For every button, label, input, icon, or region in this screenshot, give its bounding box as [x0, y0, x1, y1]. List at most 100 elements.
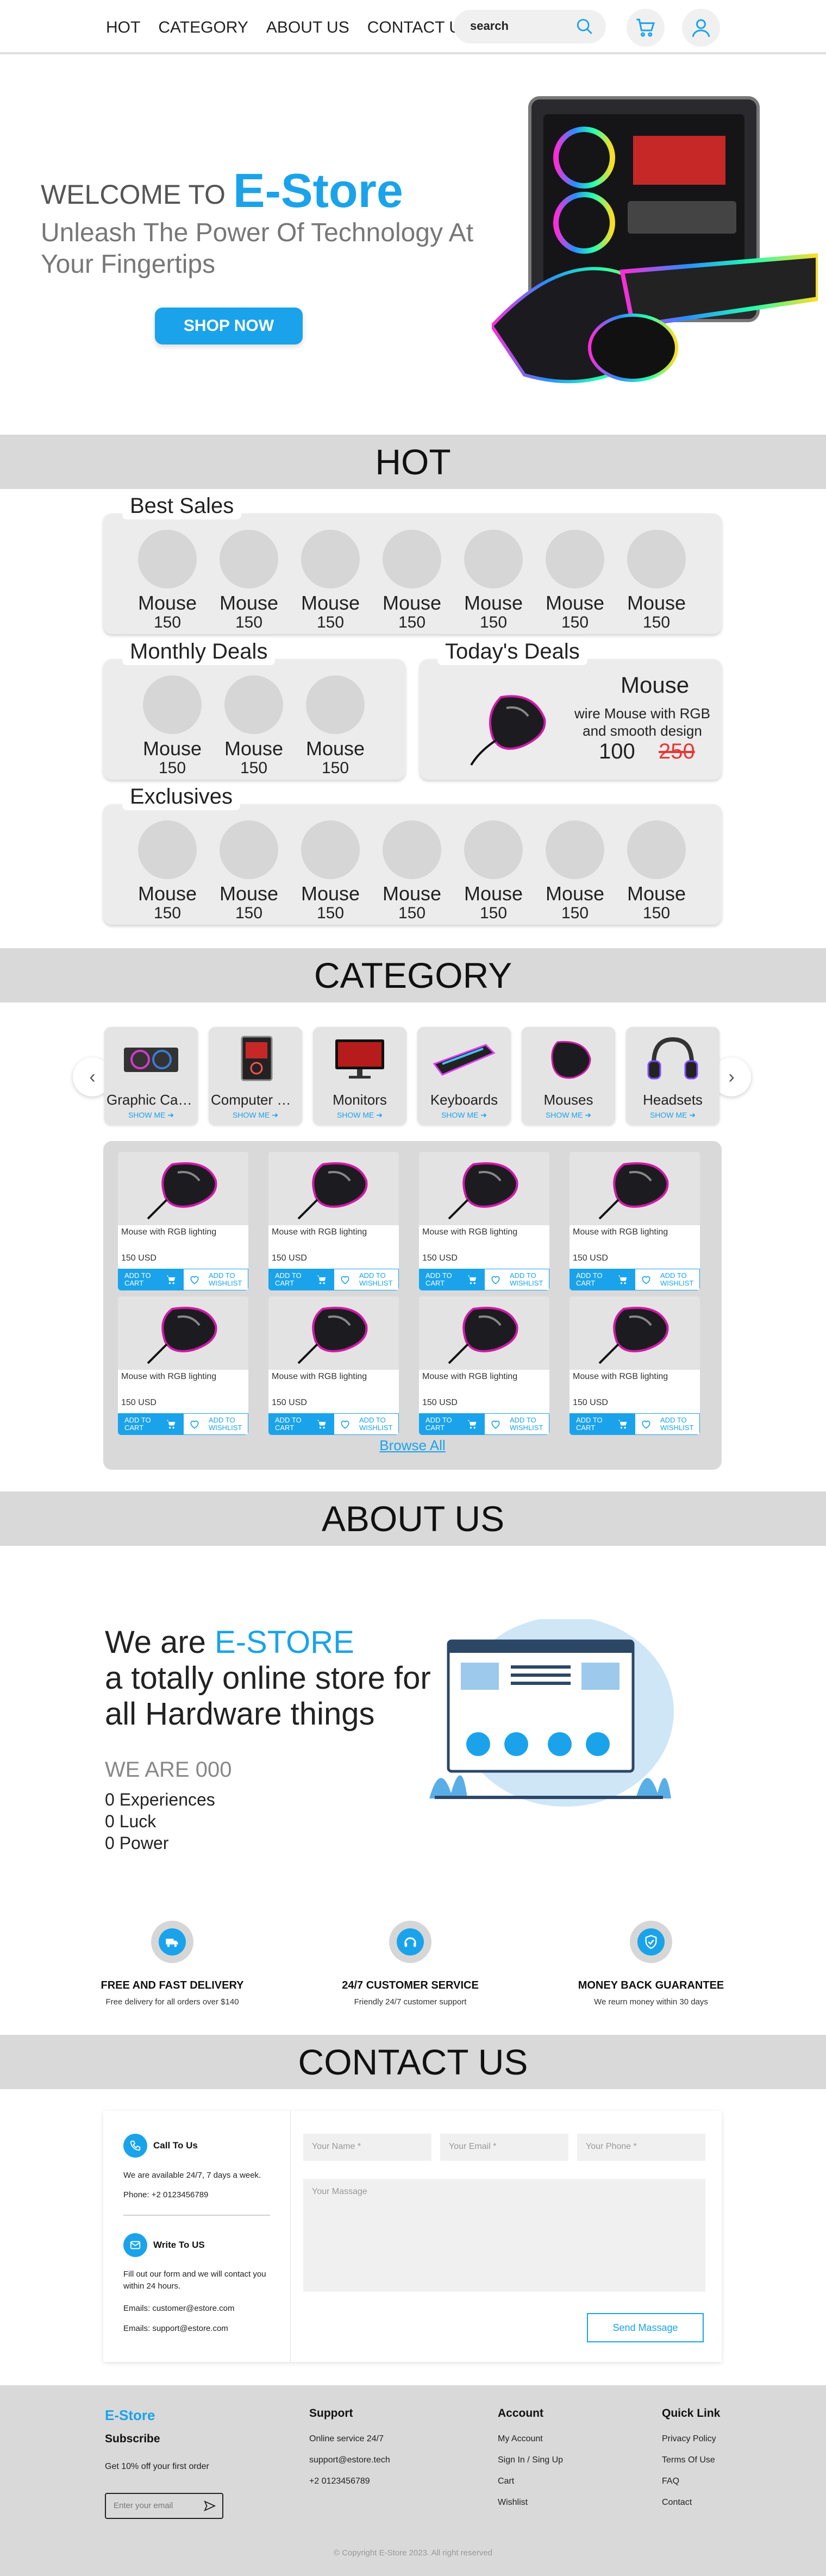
product-item[interactable]: Mouse 150 — [216, 530, 281, 632]
search-icon[interactable] — [575, 17, 594, 36]
name-field[interactable]: Your Name * — [303, 2134, 431, 2161]
hero-subtitle: Unleash The Power Of Technology At Your … — [41, 218, 474, 279]
product-card[interactable]: Mouse with RGB lighting 150 USD ADD TO CAR… — [570, 1296, 700, 1435]
category-item[interactable]: Graphic Cards SHOW ME ➔ — [104, 1027, 198, 1125]
shop-now-button[interactable]: SHOP NOW — [155, 308, 303, 344]
product-image — [419, 1296, 549, 1370]
email-field[interactable]: Your Email * — [440, 2134, 568, 2161]
add-to-cart-button[interactable]: ADD TO CART — [118, 1269, 183, 1290]
product-item[interactable]: Mouse 150 — [461, 820, 526, 923]
nav-about[interactable]: ABOUT US — [266, 18, 349, 37]
add-to-cart-button[interactable]: ADD TO CART — [419, 1413, 484, 1435]
add-to-wishlist-button[interactable]: ADD TO WISHLIST — [484, 1269, 549, 1290]
nav-category[interactable]: CATEGORY — [158, 18, 248, 37]
show-more-link[interactable]: SHOW ME ➔ — [313, 1111, 406, 1120]
contact-divider — [123, 2215, 270, 2216]
product-item[interactable]: Mouse 150 — [542, 530, 608, 632]
category-item[interactable]: Keyboards SHOW ME ➔ — [417, 1027, 511, 1125]
add-to-cart-button[interactable]: ADD TO CART — [570, 1413, 635, 1435]
add-to-wishlist-button[interactable]: ADD TO WISHLIST — [183, 1413, 248, 1435]
product-thumbnail — [224, 675, 283, 734]
category-item[interactable]: Monitors SHOW ME ➔ — [313, 1027, 406, 1125]
search-box[interactable]: search — [454, 10, 606, 43]
add-to-wishlist-button[interactable]: ADD TO WISHLIST — [635, 1269, 700, 1290]
product-price: 150 — [561, 613, 589, 631]
account-link-cart[interactable]: Cart — [498, 2477, 563, 2486]
add-to-wishlist-label: ADD TO WISHLIST — [510, 1416, 543, 1432]
show-more-link[interactable]: SHOW ME ➔ — [522, 1111, 615, 1120]
account-link-sign-in[interactable]: Sign In / Sing Up — [498, 2455, 563, 2465]
todays-deals-card[interactable]: Mouse wire Mouse with RGB and smooth des… — [420, 659, 722, 780]
category-item[interactable]: Mouses SHOW ME ➔ — [522, 1027, 615, 1125]
account-link-my-account[interactable]: My Account — [498, 2434, 563, 2444]
product-item[interactable]: Mouse 150 — [298, 820, 363, 923]
search-input[interactable]: search — [470, 19, 509, 33]
call-heading: Call To Us — [153, 2140, 198, 2151]
category-item[interactable]: Computer Ca... SHOW ME ➔ — [209, 1027, 302, 1125]
heart-icon — [642, 1276, 650, 1284]
add-to-wishlist-button[interactable]: ADD TO WISHLIST — [183, 1269, 248, 1290]
heart-icon — [341, 1420, 349, 1429]
send-message-button[interactable]: Send Massage — [587, 2313, 704, 2342]
product-item[interactable]: Mouse 150 — [461, 530, 526, 632]
product-thumbnail — [220, 820, 278, 879]
product-item[interactable]: Mouse 150 — [140, 675, 205, 778]
product-card[interactable]: Mouse with RGB lighting 150 USD ADD TO CAR… — [268, 1152, 399, 1290]
add-to-cart-button[interactable]: ADD TO CART — [268, 1269, 334, 1290]
category-item[interactable]: Headsets SHOW ME ➔ — [626, 1027, 719, 1125]
about-brand: E-STORE — [215, 1625, 354, 1660]
quick-link-faq[interactable]: FAQ — [662, 2477, 720, 2486]
product-price: 150 — [316, 613, 345, 631]
product-card[interactable]: Mouse with RGB lighting 150 USD ADD TO CAR… — [118, 1152, 248, 1290]
product-item[interactable]: Mouse 150 — [624, 530, 689, 632]
quick-link-privacy[interactable]: Privacy Policy — [662, 2434, 720, 2444]
support-link-service[interactable]: Online service 24/7 — [309, 2434, 390, 2444]
product-item[interactable]: Mouse 150 — [379, 820, 445, 923]
quick-link-terms[interactable]: Terms Of Use — [662, 2455, 720, 2465]
product-title: Mouse with RGB lighting — [573, 1372, 668, 1381]
product-item[interactable]: Mouse 150 — [298, 530, 363, 632]
support-link-phone[interactable]: +2 0123456789 — [309, 2477, 390, 2486]
add-to-cart-button[interactable]: ADD TO CART — [570, 1269, 635, 1290]
product-item[interactable]: Mouse 150 — [135, 820, 200, 923]
product-card[interactable]: Mouse with RGB lighting 150 USD ADD TO CAR… — [419, 1152, 549, 1290]
add-to-wishlist-button[interactable]: ADD TO WISHLIST — [334, 1269, 399, 1290]
add-to-wishlist-button[interactable]: ADD TO WISHLIST — [334, 1413, 399, 1435]
product-item[interactable]: Mouse 150 — [624, 820, 689, 923]
browse-all-link[interactable]: Browse All — [103, 1437, 722, 1454]
account-button[interactable] — [682, 9, 720, 47]
send-icon[interactable] — [204, 2500, 216, 2511]
product-item[interactable]: Mouse 150 — [216, 820, 281, 923]
add-to-cart-button[interactable]: ADD TO CART — [419, 1269, 484, 1290]
product-item[interactable]: Mouse 150 — [379, 530, 445, 632]
subscribe-email-input[interactable]: Enter your email — [105, 2493, 223, 2519]
nav-hot[interactable]: HOT — [106, 18, 140, 37]
account-link-wishlist[interactable]: Wishlist — [498, 2498, 563, 2508]
cart-button[interactable] — [627, 9, 665, 47]
show-more-link[interactable]: SHOW ME ➔ — [417, 1111, 511, 1120]
add-to-wishlist-button[interactable]: ADD TO WISHLIST — [635, 1413, 700, 1435]
product-card[interactable]: Mouse with RGB lighting 150 USD ADD TO CAR… — [419, 1296, 549, 1435]
show-more-link[interactable]: SHOW ME ➔ — [104, 1111, 198, 1120]
category-label: Computer Ca... — [211, 1092, 302, 1108]
show-more-link[interactable]: SHOW ME ➔ — [626, 1111, 719, 1120]
add-to-cart-button[interactable]: ADD TO CART — [268, 1413, 334, 1435]
quick-link-contact[interactable]: Contact — [662, 2498, 720, 2508]
main-nav: HOT CATEGORY ABOUT US CONTACT US — [106, 18, 472, 37]
product-name: Mouse — [382, 882, 442, 905]
copyright-text: Copyright E-Store 2023. All right reserv… — [342, 2548, 493, 2558]
product-item[interactable]: Mouse 150 — [542, 820, 608, 923]
phone-field[interactable]: Your Phone * — [577, 2134, 705, 2161]
show-more-link[interactable]: SHOW ME ➔ — [209, 1111, 302, 1120]
product-card[interactable]: Mouse with RGB lighting 150 USD ADD TO CAR… — [570, 1152, 700, 1290]
add-to-cart-button[interactable]: ADD TO CART — [118, 1413, 183, 1435]
product-card[interactable]: Mouse with RGB lighting 150 USD ADD TO CAR… — [268, 1296, 399, 1435]
message-field[interactable]: Your Massage — [303, 2179, 705, 2292]
product-item[interactable]: Mouse 150 — [303, 675, 368, 778]
add-to-wishlist-button[interactable]: ADD TO WISHLIST — [484, 1413, 549, 1435]
support-link-email[interactable]: support@estore.tech — [309, 2455, 390, 2465]
product-item[interactable]: Mouse 150 — [135, 530, 200, 632]
product-item[interactable]: Mouse 150 — [221, 675, 286, 778]
product-card[interactable]: Mouse with RGB lighting 150 USD ADD TO CAR… — [118, 1296, 248, 1435]
product-name: Mouse — [464, 592, 523, 614]
